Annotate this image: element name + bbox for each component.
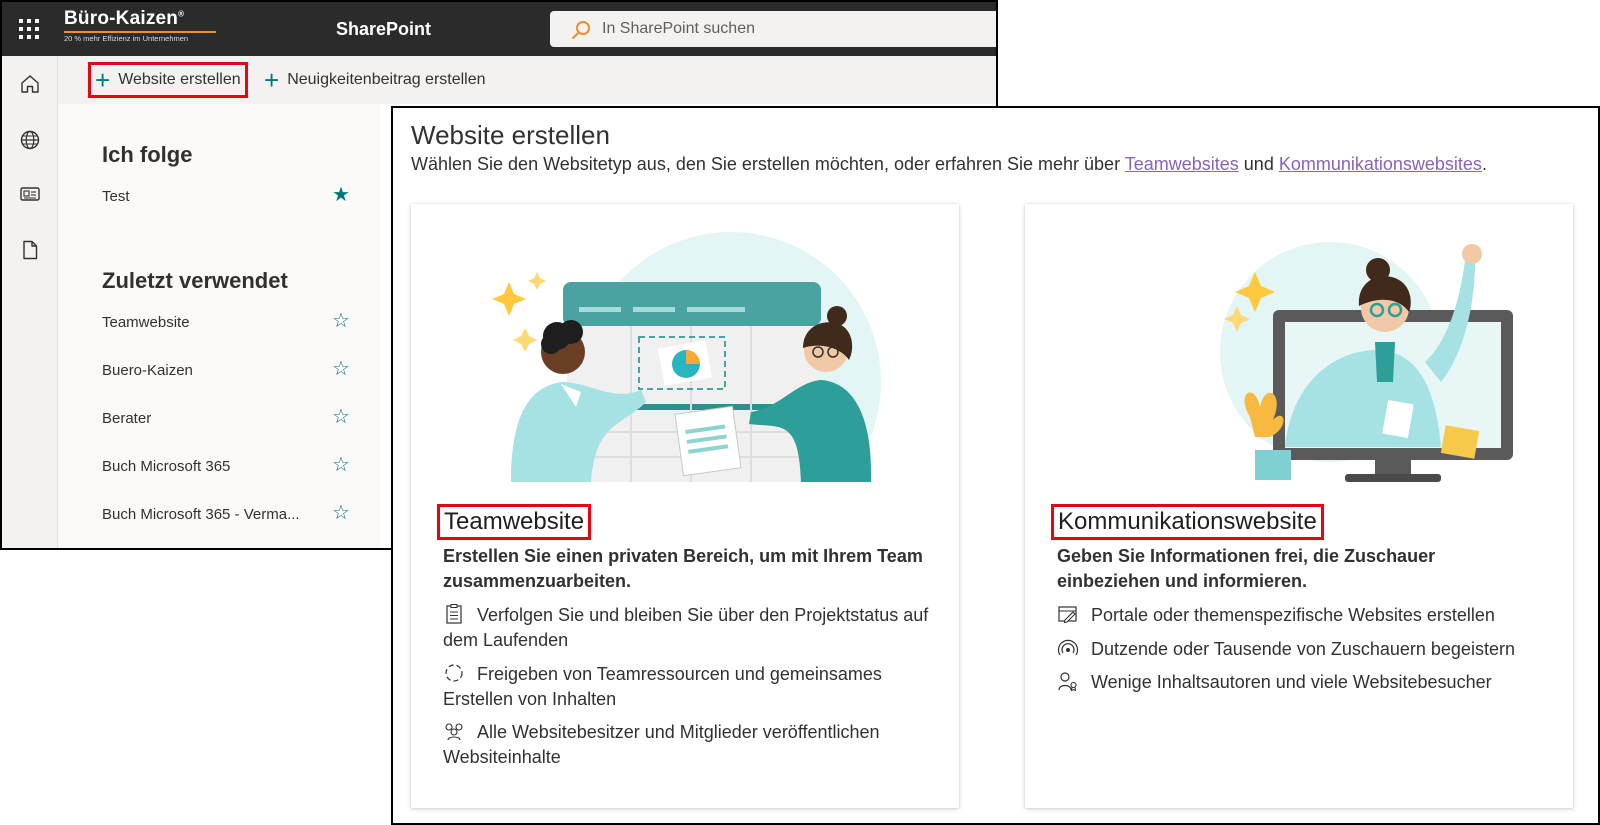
communication-feature-text: Wenige Inhaltsautoren und viele Websiteb… [1091, 672, 1492, 692]
dialog-description: Wählen Sie den Websitetyp aus, den Sie e… [411, 154, 1487, 175]
team-site-title[interactable]: Teamwebsite [437, 504, 592, 540]
following-item-test[interactable]: Test [102, 188, 352, 205]
people-icon [445, 723, 463, 741]
sync-icon [445, 664, 463, 682]
search-box[interactable] [550, 11, 996, 47]
sites-panel: Ich folge Test ★ Zuletzt verwendet Teamw… [58, 104, 380, 548]
communication-feature-item: Portale oder themenspezifische Websites … [1057, 603, 1557, 628]
dialog-title: Website erstellen [411, 120, 610, 150]
team-site-subtitle: Erstellen Sie einen privaten Bereich, um… [443, 546, 923, 591]
create-site-button[interactable]: + Website erstellen [88, 62, 248, 98]
home-icon[interactable] [18, 72, 42, 96]
person-badge-icon [1058, 672, 1077, 691]
news-icon[interactable] [18, 182, 42, 206]
logo-mark: ® [178, 9, 185, 19]
edit-page-icon [1058, 606, 1077, 624]
team-feature-item: Freigeben von Teamressourcen und gemeins… [443, 662, 943, 712]
communication-feature-item: Wenige Inhaltsautoren und viele Websiteb… [1057, 670, 1557, 695]
team-site-illustration [481, 232, 901, 482]
company-logo[interactable]: Büro-Kaizen® 20 % mehr Effizienz im Unte… [64, 8, 224, 48]
app-rail [2, 56, 58, 548]
clipboard-icon [446, 604, 462, 624]
communication-site-title[interactable]: Kommunikationswebsite [1051, 504, 1324, 540]
document-icon[interactable] [18, 238, 42, 262]
dialog-desc-and: und [1238, 154, 1279, 174]
star-outline-icon[interactable]: ☆ [332, 311, 350, 331]
star-outline-icon[interactable]: ☆ [332, 455, 350, 475]
team-sites-link[interactable]: Teamwebsites [1125, 154, 1239, 174]
recent-item-buch-microsoft-365-verma[interactable]: Buch Microsoft 365 - Verma... [102, 506, 352, 523]
communication-sites-link[interactable]: Kommunikationswebsites [1279, 154, 1482, 174]
communication-site-card[interactable]: Kommunikationswebsite Geben Sie Informat… [1025, 204, 1573, 808]
create-news-label: Neuigkeitenbeitrag erstellen [287, 71, 486, 88]
dialog-desc-prefix: Wählen Sie den Websitetyp aus, den Sie e… [411, 154, 1125, 174]
recent-item-buch-microsoft-365[interactable]: Buch Microsoft 365 [102, 458, 352, 475]
communication-feature-text: Portale oder themenspezifische Websites … [1091, 605, 1495, 625]
recent-item-berater[interactable]: Berater [102, 410, 352, 427]
following-heading: Ich folge [102, 142, 193, 167]
recent-item-teamwebsite[interactable]: Teamwebsite [102, 314, 352, 331]
star-outline-icon[interactable]: ☆ [332, 407, 350, 427]
team-feature-item: Verfolgen Sie und bleiben Sie über den P… [443, 603, 943, 653]
app-title[interactable]: SharePoint [336, 19, 431, 40]
communication-feature-text: Dutzende oder Tausende von Zuschauern be… [1091, 639, 1515, 659]
plus-icon: + [95, 65, 111, 95]
command-bar: + Website erstellen + Neuigkeitenbeitrag… [58, 56, 996, 104]
team-feature-text: Verfolgen Sie und bleiben Sie über den P… [443, 605, 929, 650]
communication-site-subtitle: Geben Sie Informationen frei, die Zuscha… [1057, 546, 1436, 591]
suite-bar: Büro-Kaizen® 20 % mehr Effizienz im Unte… [2, 2, 996, 56]
team-feature-text: Alle Websitebesitzer und Mitglieder verö… [443, 722, 880, 767]
create-site-label: Website erstellen [118, 71, 241, 88]
globe-icon[interactable] [18, 128, 42, 152]
recent-item-buero-kaizen[interactable]: Buero-Kaizen [102, 362, 352, 379]
team-feature-text: Freigeben von Teamressourcen und gemeins… [443, 664, 882, 709]
dialog-desc-suffix: . [1481, 154, 1487, 174]
app-launcher-icon[interactable] [16, 16, 42, 42]
communication-site-illustration [1220, 242, 1513, 482]
search-icon [572, 21, 590, 39]
plus-icon: + [264, 65, 280, 95]
team-feature-item: Alle Websitebesitzer und Mitglieder verö… [443, 720, 943, 770]
star-filled-icon[interactable]: ★ [332, 185, 350, 205]
star-outline-icon[interactable]: ☆ [332, 503, 350, 523]
logo-underline [64, 31, 216, 33]
communication-feature-item: Dutzende oder Tausende von Zuschauern be… [1057, 637, 1557, 662]
recent-heading: Zuletzt verwendet [102, 268, 288, 293]
search-input[interactable] [602, 11, 982, 47]
logo-tagline: 20 % mehr Effizienz im Unternehmen [64, 34, 189, 43]
broadcast-icon [1057, 639, 1079, 656]
star-outline-icon[interactable]: ☆ [332, 359, 350, 379]
create-site-dialog: Website erstellen Wählen Sie den Website… [391, 106, 1600, 825]
logo-name: Büro-Kaizen [64, 8, 179, 29]
create-news-button[interactable]: + Neuigkeitenbeitrag erstellen [264, 65, 486, 95]
team-site-card[interactable]: Teamwebsite Erstellen Sie einen privaten… [411, 204, 959, 808]
